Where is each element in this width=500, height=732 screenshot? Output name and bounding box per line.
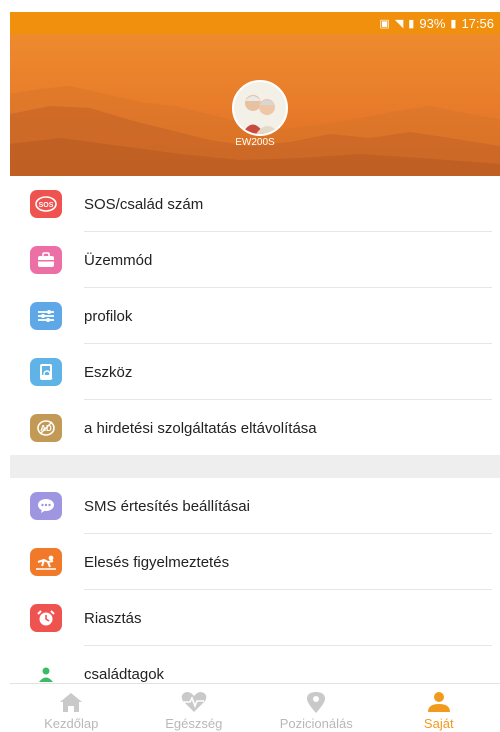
- battery-icon: ▮: [450, 17, 456, 30]
- battery-percent: 93%: [419, 16, 445, 31]
- fall-icon: [30, 548, 62, 576]
- location-pin-icon: [304, 690, 328, 714]
- tab-label: Saját: [424, 716, 454, 731]
- sliders-icon: [30, 302, 62, 330]
- tab-label: Egészség: [165, 716, 222, 731]
- alarm-icon: [30, 604, 62, 632]
- menu-item-profiles[interactable]: profilok: [10, 288, 500, 344]
- menu-item-label: Üzemmód: [84, 252, 152, 269]
- menu-item-label: SOS/család szám: [84, 196, 203, 213]
- tab-label: Kezdőlap: [44, 716, 98, 731]
- menu-item-label: Eszköz: [84, 364, 132, 381]
- tab-home[interactable]: Kezdőlap: [10, 684, 133, 732]
- settings-list-primary: SOS SOS/család szám Üzemmód profilok Esz…: [10, 176, 500, 456]
- section-separator: [10, 455, 500, 478]
- menu-item-device[interactable]: Eszköz: [10, 344, 500, 400]
- menu-item-label: Riasztás: [84, 610, 142, 627]
- device-icon: [30, 358, 62, 386]
- user-icon: [426, 690, 452, 714]
- notification-icon: ▣: [379, 17, 389, 30]
- heart-pulse-icon: [179, 690, 209, 714]
- menu-item-label: családtagok: [84, 666, 164, 683]
- menu-item-label: a hirdetési szolgáltatás eltávolítása: [84, 420, 317, 437]
- tab-label: Pozicionálás: [280, 716, 353, 731]
- bottom-tab-bar: Kezdőlap Egészség Pozicionálás Saját: [10, 683, 500, 732]
- menu-item-label: Elesés figyelmeztetés: [84, 554, 229, 571]
- no-ads-icon: AD: [30, 414, 62, 442]
- settings-list-secondary: SMS értesítés beállításai Elesés figyelm…: [10, 478, 500, 702]
- avatar-photo: [234, 82, 286, 134]
- device-name: EW200S: [10, 137, 500, 148]
- briefcase-icon: [30, 246, 62, 274]
- menu-item-label: profilok: [84, 308, 132, 325]
- tab-positioning[interactable]: Pozicionálás: [255, 684, 378, 732]
- menu-item-remove-ads[interactable]: AD a hirdetési szolgáltatás eltávolítása: [10, 400, 500, 456]
- signal-icon: ▮: [408, 17, 414, 30]
- avatar[interactable]: [232, 80, 288, 136]
- menu-item-fall-alert[interactable]: Elesés figyelmeztetés: [10, 534, 500, 590]
- svg-text:SOS: SOS: [39, 202, 54, 209]
- menu-item-mode[interactable]: Üzemmód: [10, 232, 500, 288]
- sos-icon: SOS: [30, 190, 62, 218]
- chat-icon: [30, 492, 62, 520]
- status-bar: ▣ ◥ ▮ 93% ▮ 17:56: [10, 12, 500, 34]
- home-icon: [57, 690, 85, 714]
- menu-item-sos[interactable]: SOS SOS/család szám: [10, 176, 500, 232]
- tab-health[interactable]: Egészség: [133, 684, 256, 732]
- wifi-icon: ◥: [395, 17, 403, 30]
- menu-item-alarm[interactable]: Riasztás: [10, 590, 500, 646]
- menu-item-label: SMS értesítés beállításai: [84, 498, 250, 515]
- clock: 17:56: [461, 16, 494, 31]
- tab-profile[interactable]: Saját: [378, 684, 500, 732]
- profile-header: EW200S: [10, 34, 500, 176]
- menu-item-sms[interactable]: SMS értesítés beállításai: [10, 478, 500, 534]
